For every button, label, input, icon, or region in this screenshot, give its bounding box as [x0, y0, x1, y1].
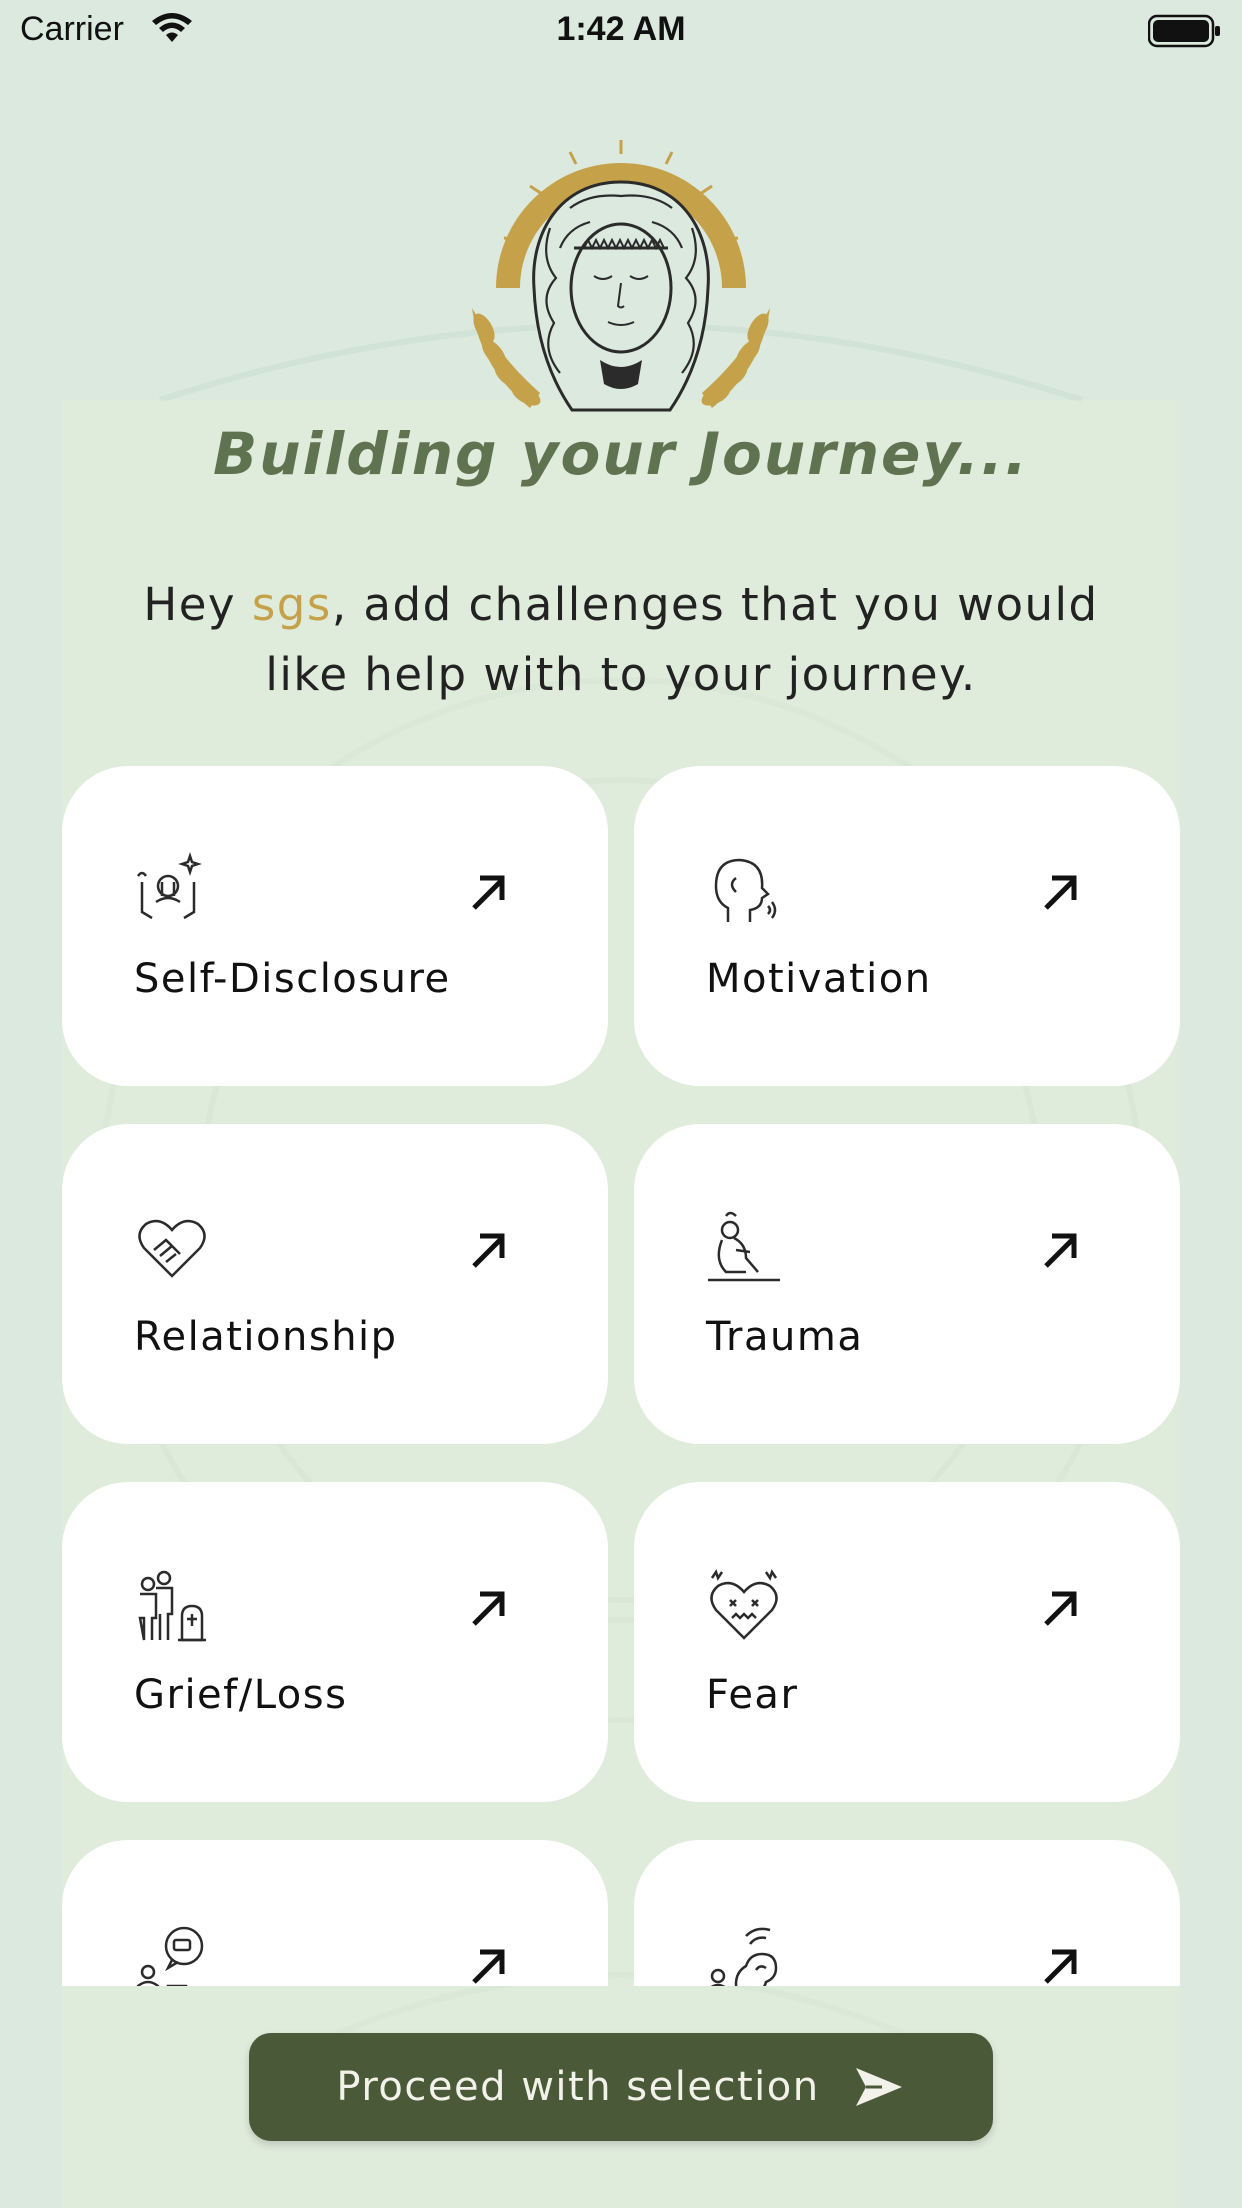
challenge-card-grief-loss[interactable]: Grief/Loss	[62, 1482, 608, 1802]
listening-icon	[710, 1927, 778, 1986]
user-name: sgs	[251, 578, 332, 631]
goddess-logo	[472, 140, 770, 412]
arrow-up-right-icon	[472, 875, 505, 910]
trauma-icon	[708, 1211, 780, 1282]
intro-text: Hey sgs, add challenges that you would l…	[140, 570, 1102, 710]
challenge-label: Self-Disclosure	[134, 956, 451, 1002]
clock: 1:42 AM	[556, 10, 686, 48]
relationship-icon	[138, 1219, 206, 1278]
challenge-label: Trauma	[706, 1314, 864, 1360]
arrow-up-right-icon	[1044, 1591, 1077, 1626]
arrow-up-right-icon	[1044, 875, 1077, 910]
arrow-up-right-icon	[1044, 1949, 1077, 1984]
greeting-prefix: Hey	[143, 578, 252, 631]
challenge-card-relationship[interactable]: Relationship	[62, 1124, 608, 1444]
challenge-card-fear[interactable]: Fear	[634, 1482, 1180, 1802]
status-bar: Carrier 1:42 AM	[0, 0, 1242, 62]
arrow-up-right-icon	[472, 1949, 505, 1984]
greeting-suffix: , add challenges that you would like hel…	[265, 578, 1099, 701]
arrow-up-right-icon	[472, 1233, 505, 1268]
self-disclosure-icon	[136, 852, 202, 920]
page-title: Building your Journey...	[213, 420, 1029, 488]
challenge-card-trauma[interactable]: Trauma	[634, 1124, 1180, 1444]
grief-loss-icon	[138, 1570, 206, 1642]
send-icon	[855, 2068, 902, 2106]
arrow-up-right-icon	[472, 1591, 505, 1626]
motivation-icon	[714, 858, 777, 922]
arrow-up-right-icon	[1044, 1233, 1077, 1268]
challenge-label: Relationship	[134, 1314, 398, 1360]
proceed-button[interactable]: Proceed with selection	[249, 2033, 993, 2141]
challenge-label: Motivation	[706, 956, 932, 1002]
challenge-card-motivation[interactable]: Motivation	[634, 766, 1180, 1086]
challenge-card-communication[interactable]	[62, 1840, 608, 1986]
communication-icon	[136, 1926, 204, 1986]
challenge-grid: Self-Disclosure Motivation Relationship …	[62, 766, 1180, 1986]
battery-icon	[1148, 14, 1220, 48]
fear-icon	[710, 1569, 778, 1640]
challenge-card-self-disclosure[interactable]: Self-Disclosure	[62, 766, 608, 1086]
challenge-label: Fear	[706, 1672, 799, 1718]
challenge-label: Grief/Loss	[134, 1672, 348, 1718]
challenge-card-listening[interactable]	[634, 1840, 1180, 1986]
proceed-button-label: Proceed with selection	[336, 2064, 820, 2110]
